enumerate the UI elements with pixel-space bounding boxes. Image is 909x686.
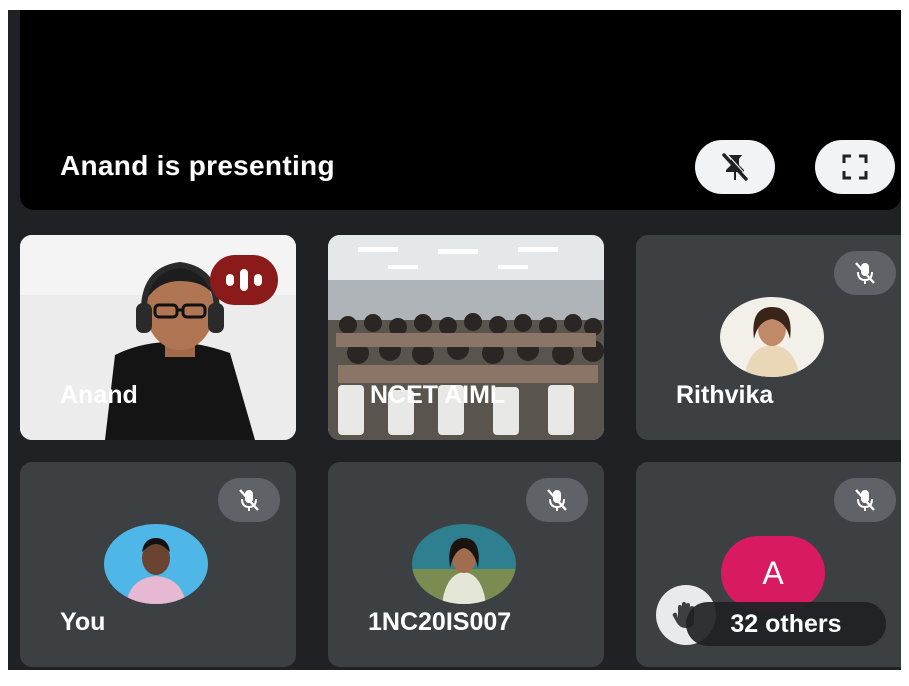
mic-off-icon (526, 478, 588, 522)
participant-tile-ncet-aiml[interactable]: NCET AIML (328, 235, 604, 440)
avatar (104, 524, 208, 604)
participant-tile-anand[interactable]: Anand (20, 235, 296, 440)
audio-level-icon (210, 255, 278, 305)
avatar (720, 297, 824, 377)
participant-name: You (60, 608, 106, 636)
participant-name: Anand (60, 381, 138, 409)
participant-name: 1NC20IS007 (368, 608, 512, 636)
avatar (412, 524, 516, 604)
participant-tile-others[interactable]: A 32 others (636, 462, 901, 667)
fullscreen-button[interactable] (815, 140, 895, 194)
presenting-label: Anand is presenting (60, 150, 335, 181)
mic-off-icon (834, 478, 896, 522)
fullscreen-icon (842, 154, 868, 180)
participant-name: NCET AIML (370, 381, 506, 409)
mic-off-icon (218, 478, 280, 522)
participant-tile-you[interactable]: You (20, 462, 296, 667)
participant-tile-1nc20is007[interactable]: 1NC20IS007 (328, 462, 604, 667)
participant-tile-rithvika[interactable]: Rithvika (636, 235, 901, 440)
presentation-area[interactable]: Anand is presenting (20, 10, 901, 210)
letter-avatar: A (721, 536, 825, 610)
pin-off-icon (722, 152, 749, 181)
participant-name: Rithvika (676, 381, 774, 409)
mic-off-icon (834, 251, 896, 295)
unpin-button[interactable] (695, 140, 775, 194)
others-count-button[interactable]: 32 others (686, 602, 886, 646)
meeting-window: Anand is presenting Anand NCET AIML Rith… (8, 10, 901, 670)
